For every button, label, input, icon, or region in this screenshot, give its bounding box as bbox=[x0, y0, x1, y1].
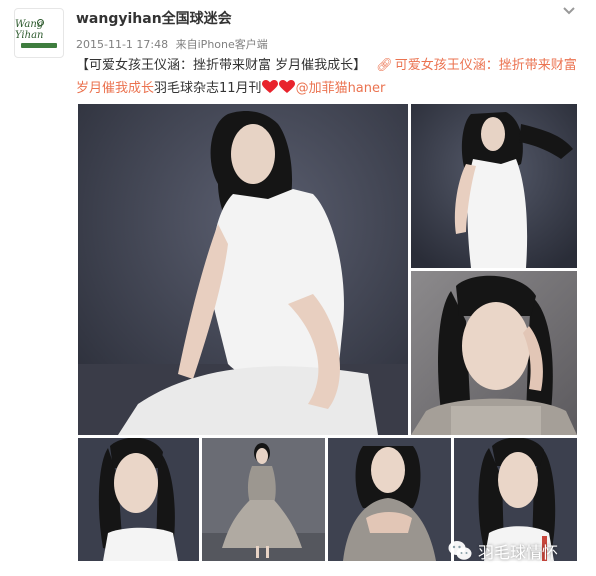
weibo-post-card: Wang Yihan wangyihan全国球迷会 2015-11-1 17:4… bbox=[0, 0, 596, 576]
post-title-text: 【可爱女孩王仪涵：挫折带来财富 岁月催我成长】 bbox=[76, 58, 367, 73]
shuttlecock-icon bbox=[37, 19, 44, 26]
link-icon: 🔗︎ bbox=[376, 58, 393, 73]
heart-icon bbox=[278, 80, 295, 93]
post-source-app[interactable]: iPhone客户端 bbox=[198, 38, 268, 51]
heart-icon bbox=[261, 80, 278, 93]
photo-top-right[interactable] bbox=[411, 104, 577, 268]
user-mention[interactable]: @加菲猫haner bbox=[296, 81, 386, 96]
post-meta: 2015-11-1 17:48 来自iPhone客户端 bbox=[76, 36, 272, 52]
photo-middle-right[interactable] bbox=[411, 271, 577, 435]
photo-bottom-3[interactable] bbox=[328, 438, 451, 561]
post-body: 【可爱女孩王仪涵：挫折带来财富 岁月催我成长】 🔗︎ 可爱女孩王仪涵：挫折带来财富… bbox=[76, 54, 586, 100]
wechat-watermark: 羽毛球情怀 bbox=[448, 536, 588, 566]
author-name[interactable]: wangyihan全国球迷会 bbox=[76, 8, 232, 28]
post-tail-text: 羽毛球杂志11月刊 bbox=[154, 81, 262, 96]
photo-bottom-2[interactable] bbox=[202, 438, 325, 561]
post-source-prefix: 来自 bbox=[175, 38, 198, 51]
chevron-down-icon[interactable] bbox=[562, 6, 576, 16]
avatar-logo-bar bbox=[21, 42, 57, 48]
photo-bottom-1[interactable] bbox=[78, 438, 199, 561]
avatar[interactable]: Wang Yihan bbox=[14, 8, 64, 58]
photo-large[interactable] bbox=[78, 104, 408, 435]
watermark-text: 羽毛球情怀 bbox=[478, 543, 559, 562]
post-timestamp[interactable]: 2015-11-1 17:48 bbox=[76, 38, 168, 51]
wechat-icon bbox=[448, 541, 472, 560]
